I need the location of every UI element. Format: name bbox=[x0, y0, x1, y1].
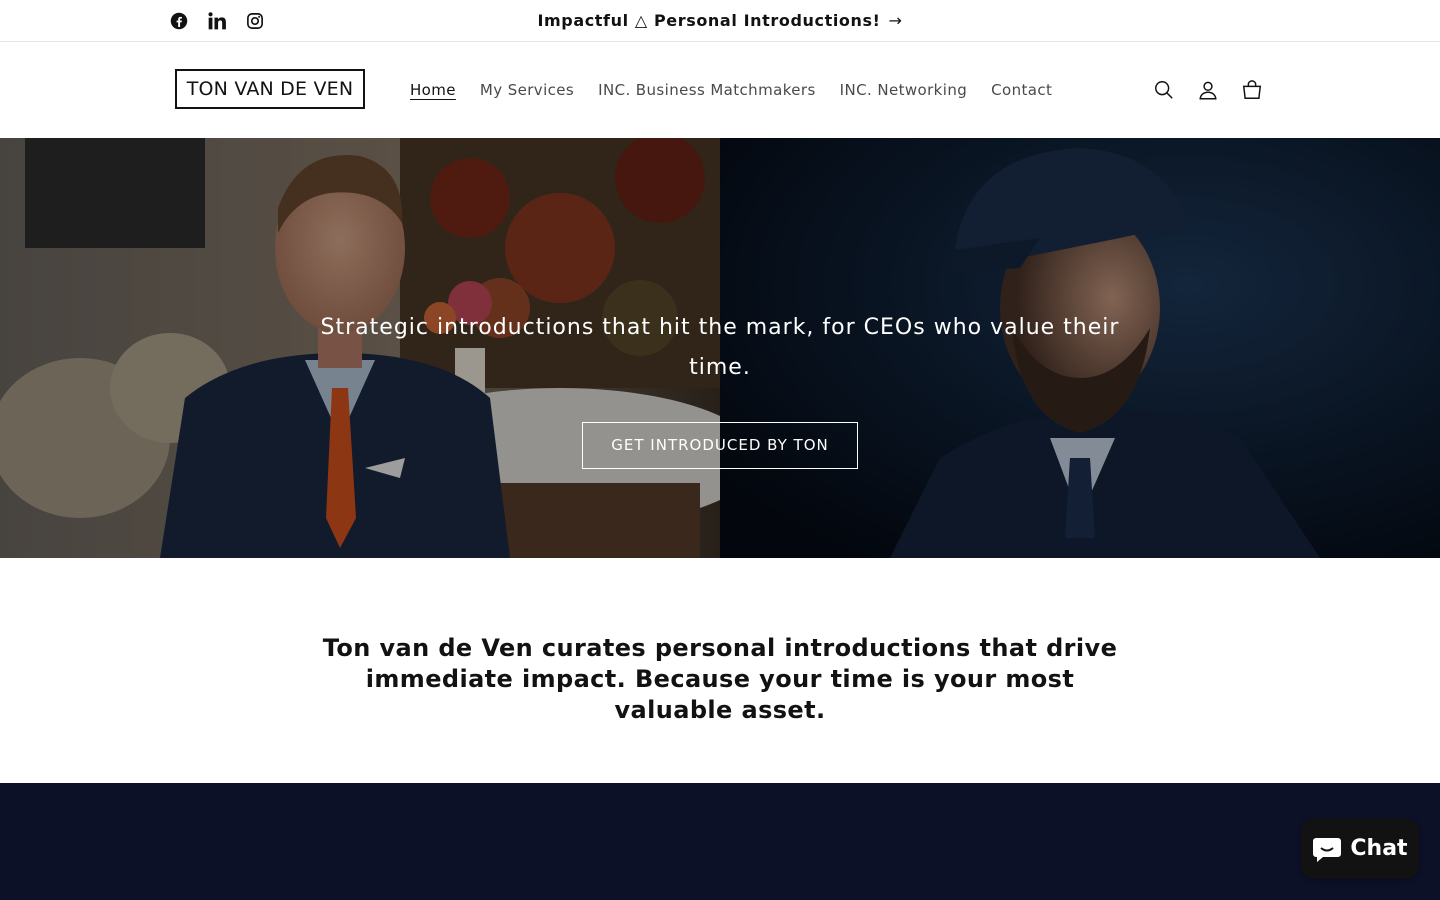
nav-item-contact[interactable]: Contact bbox=[979, 81, 1064, 99]
tagline-section: Ton van de Ven curates personal introduc… bbox=[0, 558, 1440, 783]
hero-banner: Strategic introductions that hit the mar… bbox=[0, 138, 1440, 558]
header-icons bbox=[1142, 42, 1274, 138]
nav-item-business-matchmakers[interactable]: INC. Business Matchmakers bbox=[586, 81, 828, 99]
arrow-right-icon: → bbox=[888, 11, 903, 30]
nav-item-home[interactable]: Home bbox=[398, 81, 468, 99]
cart-icon[interactable] bbox=[1230, 68, 1274, 112]
search-icon[interactable] bbox=[1142, 68, 1186, 112]
site-logo[interactable]: TON VAN DE VEN bbox=[175, 69, 365, 109]
account-icon[interactable] bbox=[1186, 68, 1230, 112]
dark-section bbox=[0, 783, 1440, 900]
hero-content: Strategic introductions that hit the mar… bbox=[0, 308, 1440, 469]
announcement-bar: Impactful △ Personal Introductions! → bbox=[0, 0, 1440, 42]
hero-heading: Strategic introductions that hit the mar… bbox=[320, 315, 1120, 380]
main-nav: Home My Services INC. Business Matchmake… bbox=[398, 42, 1064, 138]
announcement-link[interactable]: Impactful △ Personal Introductions! → bbox=[0, 0, 1440, 41]
chat-label: Chat bbox=[1350, 836, 1408, 861]
chat-button[interactable]: Chat bbox=[1301, 818, 1419, 879]
get-introduced-button[interactable]: GET INTRODUCED BY TON bbox=[582, 422, 858, 469]
nav-item-my-services[interactable]: My Services bbox=[468, 81, 586, 99]
tagline-heading: Ton van de Ven curates personal introduc… bbox=[322, 634, 1118, 724]
announcement-text: Impactful △ Personal Introductions! bbox=[537, 11, 881, 30]
site-header: TON VAN DE VEN Home My Services INC. Bus… bbox=[0, 42, 1440, 138]
chat-bubble-icon bbox=[1313, 837, 1342, 862]
nav-item-networking[interactable]: INC. Networking bbox=[828, 81, 979, 99]
